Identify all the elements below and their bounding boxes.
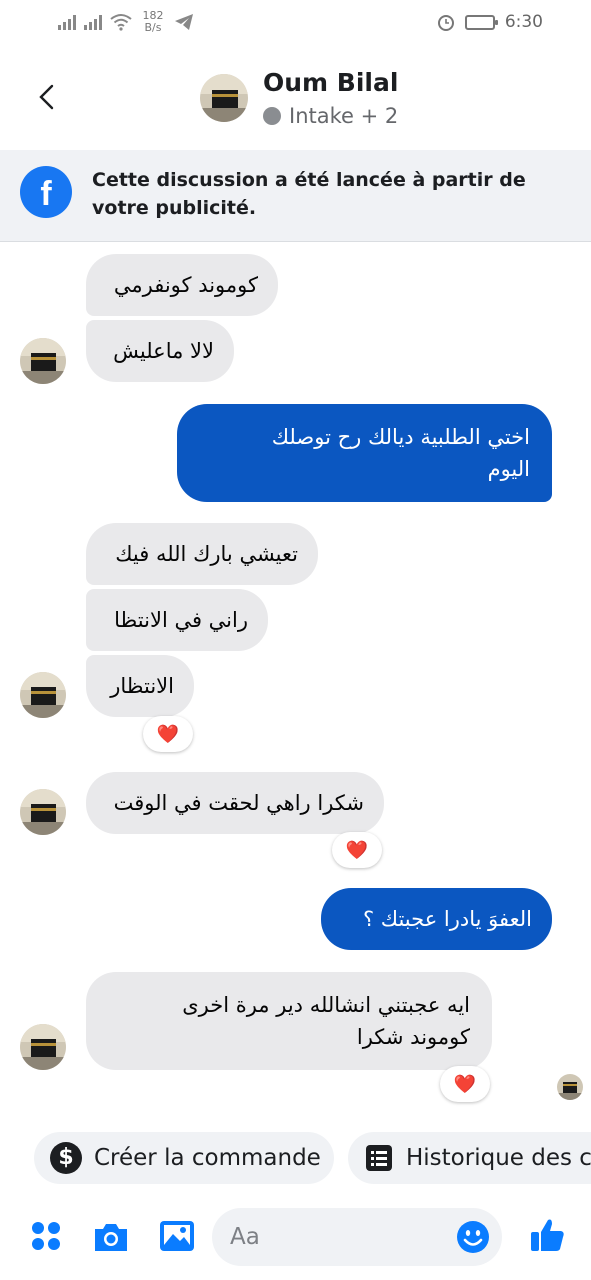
message-text: تعيشي بارك الله فيك <box>115 542 298 566</box>
signal-icon <box>58 14 76 30</box>
message-bubble[interactable]: اختي الطلبية ديالك رح توصلك اليوم <box>177 404 552 502</box>
message-composer <box>0 1196 591 1280</box>
message-bubble[interactable]: الانتظار <box>86 655 194 717</box>
status-dot-icon <box>263 107 281 125</box>
ad-origin-banner: f Cette discussion a été lancée à partir… <box>0 150 591 242</box>
list-icon <box>366 1145 392 1171</box>
status-bar: 182 B/s 6:30 <box>0 0 591 48</box>
reaction-emoji: ❤️ <box>156 723 180 745</box>
signal-icon-2 <box>84 14 102 30</box>
order-history-button[interactable]: Historique des c <box>348 1132 591 1184</box>
message-input[interactable] <box>212 1208 412 1266</box>
emoji-icon[interactable] <box>456 1220 490 1254</box>
message-line: اختي الطلبية ديالك رح توصلك <box>271 425 530 449</box>
avatar[interactable] <box>20 1024 66 1070</box>
message-text: كوموند كونفرمي <box>113 273 258 297</box>
message-bubble[interactable]: العفوَ يادرا عجبتك ؟ <box>321 888 552 950</box>
reaction-emoji: ❤️ <box>345 839 369 861</box>
avatar[interactable] <box>20 672 66 718</box>
clock: 6:30 <box>504 12 543 32</box>
banner-text: Cette discussion a été lancée à partir d… <box>92 169 526 219</box>
heart-reaction-icon[interactable]: ❤️ <box>440 1066 490 1102</box>
contact-labels[interactable]: Intake + 2 <box>289 104 398 128</box>
contact-name[interactable]: Oum Bilal <box>263 68 398 97</box>
create-order-label: Créer la commande <box>94 1145 321 1171</box>
camera-icon[interactable] <box>92 1220 130 1254</box>
heart-reaction-icon[interactable]: ❤️ <box>332 832 382 868</box>
message-bubble[interactable]: راني في الانتظا <box>86 589 268 651</box>
apps-menu-icon[interactable] <box>30 1220 62 1252</box>
dollar-icon: $ <box>50 1142 82 1174</box>
avatar[interactable] <box>20 789 66 835</box>
gallery-icon[interactable] <box>158 1218 196 1254</box>
back-icon[interactable] <box>30 80 64 114</box>
alarm-icon <box>437 15 454 31</box>
contact-status: Intake + 2 <box>263 104 398 128</box>
seen-receipt-avatar <box>557 1074 583 1100</box>
heart-reaction-icon[interactable]: ❤️ <box>143 716 193 752</box>
message-bubble[interactable]: كوموند كونفرمي <box>86 254 278 316</box>
reaction-emoji: ❤️ <box>453 1073 477 1095</box>
message-text: لالا ماعليش <box>113 339 214 363</box>
facebook-icon: f <box>20 166 72 218</box>
message-text: راني في الانتظا <box>114 608 248 632</box>
like-icon[interactable] <box>528 1216 566 1254</box>
telegram-icon <box>175 14 193 30</box>
message-bubble[interactable]: لالا ماعليش <box>86 320 234 382</box>
conversation-header: Oum Bilal Intake + 2 <box>0 48 591 150</box>
message-text: العفوَ يادرا عجبتك ؟ <box>362 907 532 931</box>
battery-icon <box>464 14 498 30</box>
message-line: ايه عجبتني انشالله دير مرة اخرى <box>182 993 470 1017</box>
create-order-button[interactable]: $ Créer la commande <box>34 1132 334 1184</box>
message-line: اليوم <box>487 457 530 481</box>
message-text: الانتظار <box>110 674 174 698</box>
avatar[interactable] <box>20 338 66 384</box>
message-text: شكرا راهي لحقت في الوقت <box>113 791 364 815</box>
network-speed-unit: B/s <box>144 21 162 34</box>
order-history-label: Historique des c <box>406 1145 591 1171</box>
network-speed: 182 B/s <box>140 10 166 34</box>
message-input-container <box>212 1208 502 1266</box>
message-bubble[interactable]: شكرا راهي لحقت في الوقت <box>86 772 384 834</box>
wifi-icon <box>110 14 132 31</box>
message-bubble[interactable]: ايه عجبتني انشالله دير مرة اخرى كوموند ش… <box>86 972 492 1070</box>
message-line: كوموند شكرا <box>356 1025 470 1049</box>
avatar[interactable] <box>200 74 248 122</box>
message-bubble[interactable]: تعيشي بارك الله فيك <box>86 523 318 585</box>
